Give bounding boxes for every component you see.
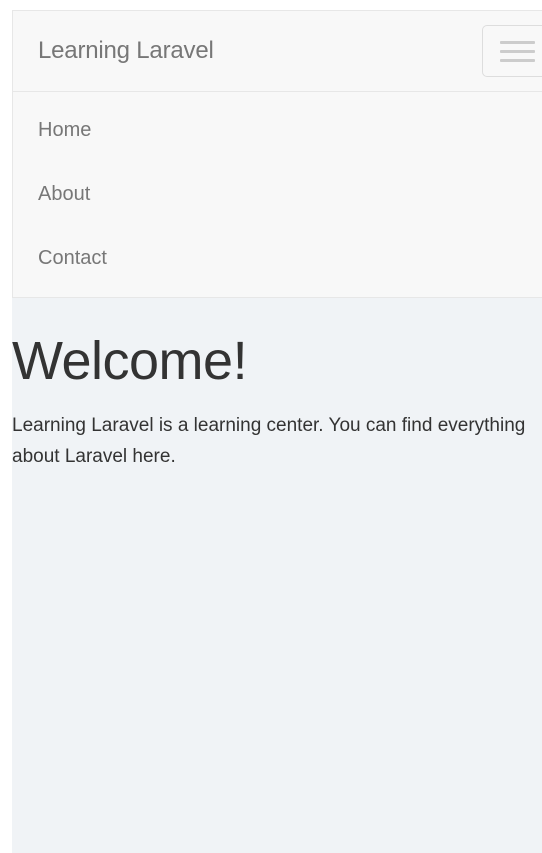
navbar-header: Learning Laravel [13, 11, 542, 92]
navbar-toggle-button[interactable] [482, 25, 542, 77]
hamburger-icon [500, 58, 535, 62]
page-title: Welcome! [12, 331, 248, 391]
hamburger-icon [500, 40, 535, 44]
intro-text: Learning Laravel is a learning center. Y… [12, 415, 526, 467]
brand-link[interactable]: Learning Laravel [38, 37, 214, 65]
main-content: Welcome! Learning Laravel is a learning … [12, 334, 542, 472]
browser-viewport: Learning Laravel Home About Contact Welc… [12, 10, 542, 853]
navbar: Learning Laravel Home About Contact [12, 10, 542, 298]
nav-menu: Home About Contact [13, 92, 542, 297]
hamburger-icon [500, 49, 535, 53]
nav-item-home[interactable]: Home [13, 98, 542, 162]
nav-item-contact[interactable]: Contact [13, 226, 542, 290]
nav-item-about[interactable]: About [13, 162, 542, 226]
